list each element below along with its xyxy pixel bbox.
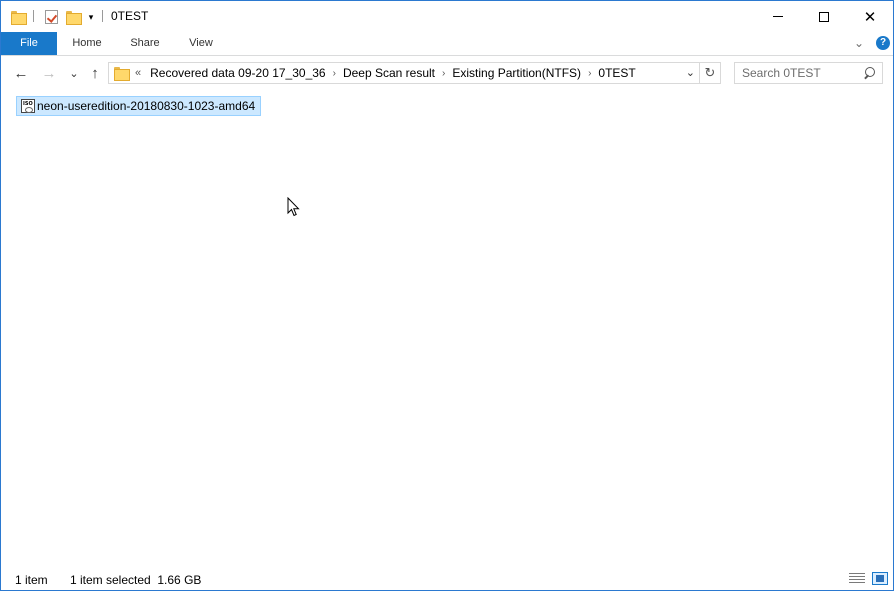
search-input[interactable] — [735, 63, 860, 83]
ribbon-tabs: File Home Share View ⌄ ? — [1, 32, 893, 56]
recent-locations-button[interactable]: ⌄ — [64, 63, 84, 83]
large-icons-view-icon[interactable] — [872, 572, 888, 585]
address-bar[interactable]: « Recovered data 09-20 17_30_36 › Deep S… — [108, 62, 700, 84]
details-view-icon[interactable] — [849, 572, 865, 585]
file-list[interactable]: ISO neon-useredition-20180830-1023-amd64 — [1, 90, 893, 566]
refresh-icon: ↻ — [704, 65, 716, 80]
search-box[interactable] — [734, 62, 883, 84]
help-icon[interactable]: ? — [876, 36, 890, 50]
breadcrumb: « Recovered data 09-20 17_30_36 › Deep S… — [133, 63, 641, 83]
file-item[interactable]: ISO neon-useredition-20180830-1023-amd64 — [16, 96, 262, 116]
quick-access-separator — [33, 10, 34, 22]
title-separator — [102, 10, 103, 22]
chevron-right-icon[interactable]: › — [331, 68, 338, 79]
close-icon: ✕ — [863, 8, 877, 26]
folder-icon[interactable] — [10, 7, 27, 27]
chevron-down-icon: ⌄ — [69, 67, 79, 80]
window-title: 0TEST — [111, 9, 149, 23]
minimize-icon — [773, 16, 783, 17]
expand-ribbon-icon[interactable]: ⌄ — [854, 36, 864, 50]
title-bar: ▾ 0TEST ✕ — [1, 1, 893, 32]
breadcrumb-item[interactable]: Recovered data 09-20 17_30_36 — [145, 66, 330, 80]
tab-view[interactable]: View — [177, 32, 225, 55]
breadcrumb-item-current[interactable]: 0TEST — [593, 66, 640, 80]
tab-file[interactable]: File — [1, 32, 57, 55]
arrow-left-icon: ← — [13, 64, 29, 82]
file-name: neon-useredition-20180830-1023-amd64 — [37, 99, 256, 113]
folder-icon — [114, 67, 130, 81]
properties-icon[interactable] — [43, 7, 59, 27]
item-count: 1 item — [15, 573, 48, 587]
minimize-button[interactable] — [755, 1, 801, 32]
search-icon[interactable] — [864, 67, 875, 78]
maximize-button[interactable] — [801, 1, 847, 32]
status-bar: 1 item 1 item selected 1.66 GB — [1, 566, 893, 590]
arrow-up-icon: ↑ — [91, 64, 99, 82]
iso-file-icon: ISO — [21, 99, 35, 113]
tab-home[interactable]: Home — [61, 32, 113, 55]
refresh-button[interactable]: ↻ — [700, 62, 721, 84]
breadcrumb-item[interactable]: Deep Scan result — [338, 66, 440, 80]
maximize-icon — [819, 11, 829, 22]
forward-button[interactable]: → — [39, 63, 59, 83]
tab-share[interactable]: Share — [119, 32, 171, 55]
navigation-bar: ← → ⌄ ↑ « Recovered data 09-20 17_30_36 … — [1, 56, 893, 90]
address-dropdown-icon[interactable]: ⌄ — [686, 66, 695, 79]
breadcrumb-item[interactable]: Existing Partition(NTFS) — [447, 66, 586, 80]
chevron-right-icon[interactable]: › — [440, 68, 447, 79]
new-folder-icon[interactable] — [65, 7, 82, 27]
mouse-cursor-icon — [287, 197, 300, 217]
close-button[interactable]: ✕ — [847, 1, 893, 32]
back-button[interactable]: ← — [11, 63, 31, 83]
breadcrumb-overflow-button[interactable]: « — [133, 67, 145, 79]
arrow-right-icon: → — [41, 64, 57, 82]
selection-info: 1 item selected 1.66 GB — [70, 573, 202, 587]
up-button[interactable]: ↑ — [85, 63, 105, 83]
chevron-right-icon[interactable]: › — [586, 68, 593, 79]
explorer-window: ▾ 0TEST ✕ File Home Share View ⌄ ? ← → ⌄… — [0, 0, 894, 591]
customize-quick-access-dropdown[interactable]: ▾ — [85, 7, 97, 27]
